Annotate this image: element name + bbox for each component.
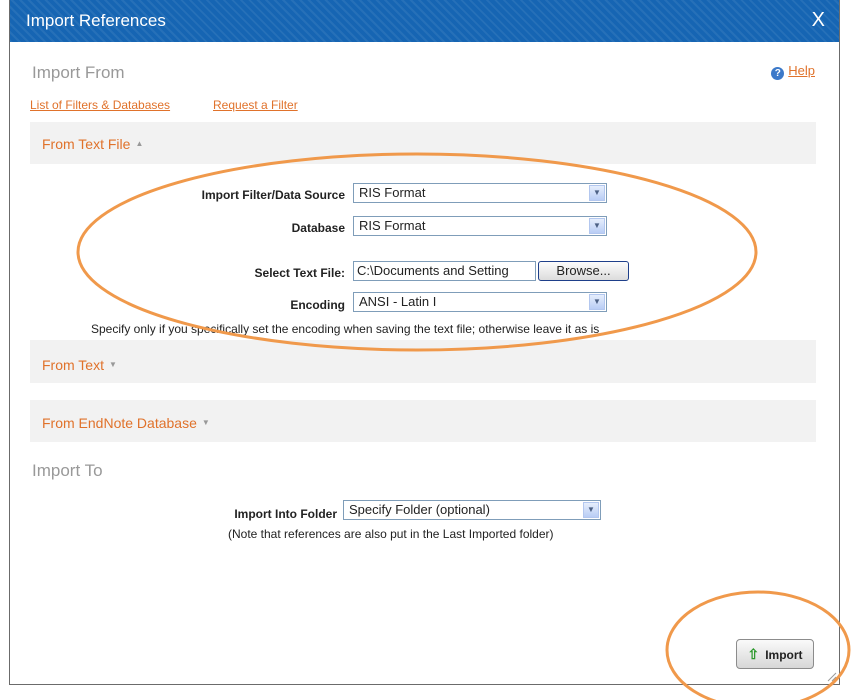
browse-button[interactable]: Browse... xyxy=(538,261,629,281)
from-text-toggle[interactable]: From Text ▼ xyxy=(42,357,117,373)
import-button[interactable]: ⇧ Import xyxy=(736,639,814,669)
title-bar[interactable]: Import References X xyxy=(10,0,839,42)
file-path-input[interactable]: C:\Documents and Setting xyxy=(353,261,536,281)
help-icon: ? xyxy=(771,67,785,80)
select-file-label: Select Text File: xyxy=(254,266,345,280)
import-to-heading: Import To xyxy=(32,461,103,480)
resize-grip-icon[interactable] xyxy=(825,670,837,682)
import-folder-value: Specify Folder (optional) xyxy=(349,502,490,517)
import-filter-label: Import Filter/Data Source xyxy=(201,188,345,202)
from-endnote-label: From EndNote Database xyxy=(42,415,197,431)
request-filter-link[interactable]: Request a Filter xyxy=(213,98,298,112)
from-text-file-panel: From Text File ▲ xyxy=(30,122,816,164)
from-text-panel: From Text ▼ xyxy=(30,340,816,383)
database-value: RIS Format xyxy=(359,218,426,233)
import-folder-select[interactable]: Specify Folder (optional) ▼ xyxy=(343,500,601,520)
caret-down-icon: ▼ xyxy=(201,418,210,427)
import-folder-label: Import Into Folder xyxy=(234,507,337,521)
dialog-title: Import References xyxy=(26,11,166,30)
database-select[interactable]: RIS Format ▼ xyxy=(353,216,607,236)
from-endnote-panel: From EndNote Database ▼ xyxy=(30,400,816,442)
caret-down-icon: ▼ xyxy=(108,360,117,369)
encoding-select[interactable]: ANSI - Latin I ▼ xyxy=(353,292,607,312)
chevron-down-icon[interactable]: ▼ xyxy=(589,218,605,234)
chevron-down-icon[interactable]: ▼ xyxy=(583,502,599,518)
from-text-file-toggle[interactable]: From Text File ▲ xyxy=(42,136,143,152)
caret-up-icon: ▲ xyxy=(135,139,144,148)
from-text-file-label: From Text File xyxy=(42,136,131,152)
from-endnote-toggle[interactable]: From EndNote Database ▼ xyxy=(42,415,210,431)
encoding-note: Specify only if you specifically set the… xyxy=(91,322,600,336)
help-link[interactable]: ? Help xyxy=(771,63,815,80)
from-text-label: From Text xyxy=(42,357,104,373)
import-references-dialog: Import References X Import From ? Help Li… xyxy=(9,0,840,685)
close-button[interactable]: X xyxy=(812,9,825,32)
chevron-down-icon[interactable]: ▼ xyxy=(589,185,605,201)
import-filter-select[interactable]: RIS Format ▼ xyxy=(353,183,607,203)
list-of-filters-link[interactable]: List of Filters & Databases xyxy=(30,98,170,112)
database-label: Database xyxy=(291,221,345,235)
import-filter-value: RIS Format xyxy=(359,185,426,200)
encoding-value: ANSI - Latin I xyxy=(359,294,437,309)
help-label: Help xyxy=(788,63,815,78)
encoding-label: Encoding xyxy=(290,298,345,312)
import-button-label: Import xyxy=(765,648,803,662)
import-from-heading: Import From xyxy=(32,63,125,82)
up-arrow-icon: ⇧ xyxy=(747,646,760,662)
import-folder-note: (Note that references are also put in th… xyxy=(228,527,554,541)
chevron-down-icon[interactable]: ▼ xyxy=(589,294,605,310)
